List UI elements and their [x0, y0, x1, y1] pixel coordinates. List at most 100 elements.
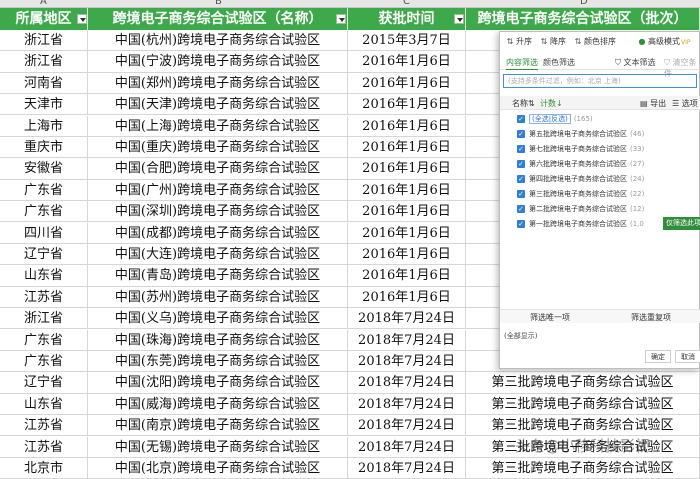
column-letter-d[interactable]: D	[580, 0, 588, 7]
tab-text-filter[interactable]: ⛉ 文本筛选	[615, 57, 656, 68]
cell-name[interactable]: 中国(威海)跨境电子商务综合试验区	[88, 393, 348, 415]
filter-dropdown-icon[interactable]	[454, 14, 464, 24]
cell-date[interactable]: 2018年7月24日	[348, 458, 466, 479]
header-date[interactable]: 获批时间	[348, 8, 466, 30]
cell-date[interactable]: 2016年1月6日	[348, 137, 466, 158]
checkbox-checked-icon[interactable]: ✓	[517, 145, 525, 153]
cell-date[interactable]: 2018年7月24日	[348, 415, 466, 437]
cell-date[interactable]: 2015年3月7日	[348, 30, 466, 51]
cell-date[interactable]: 2016年1月6日	[348, 286, 466, 308]
column-letter-a[interactable]: A	[40, 0, 47, 7]
cell-region[interactable]: 浙江省	[0, 30, 88, 51]
cell-name[interactable]: 中国(沈阳)跨境电子商务综合试验区	[88, 372, 348, 394]
cell-date[interactable]: 2016年1月6日	[348, 179, 466, 201]
filter-list-item[interactable]: ✓ 第三批跨境电子商务综合试验区 (22)	[500, 187, 700, 201]
checkbox-checked-icon[interactable]: ✓	[517, 130, 525, 138]
cell-date[interactable]: 2018年7月24日	[348, 372, 466, 394]
cell-region[interactable]: 广东省	[0, 329, 88, 351]
checkbox-checked-icon[interactable]: ✓	[517, 220, 525, 228]
cell-name[interactable]: 中国(郑州)跨境电子商务综合试验区	[88, 72, 348, 94]
cell-name[interactable]: 中国(北京)跨境电子商务综合试验区	[88, 458, 348, 479]
header-region[interactable]: 所属地区	[0, 8, 88, 30]
export-button[interactable]: ▤ 导出	[640, 98, 666, 109]
cell-region[interactable]: 辽宁省	[0, 372, 88, 394]
cell-date[interactable]: 2018年7月24日	[348, 436, 466, 458]
cell-date[interactable]: 2016年1月6日	[348, 94, 466, 116]
cell-name[interactable]: 中国(深圳)跨境电子商务综合试验区	[88, 201, 348, 223]
cell-date[interactable]: 2016年1月6日	[348, 158, 466, 180]
cell-region[interactable]: 浙江省	[0, 308, 88, 330]
sort-asc-button[interactable]: ⇅ 升序	[506, 36, 532, 48]
cell-region[interactable]: 山东省	[0, 265, 88, 287]
checkbox-checked-icon[interactable]: ✓	[517, 175, 525, 183]
select-all-item[interactable]: ✓ (全选|反选) (165)	[500, 112, 700, 126]
advanced-mode-toggle[interactable]: ● 高级模式VIP	[638, 36, 691, 48]
cell-date[interactable]: 2018年7月24日	[348, 329, 466, 351]
cell-date[interactable]: 2018年7月24日	[348, 308, 466, 330]
checkbox-checked-icon[interactable]: ✓	[517, 160, 525, 168]
cell-name[interactable]: 中国(珠海)跨境电子商务综合试验区	[88, 329, 348, 351]
list-header-name[interactable]: 名称⇅	[512, 98, 535, 109]
cell-name[interactable]: 中国(青岛)跨境电子商务综合试验区	[88, 265, 348, 287]
filter-search-input[interactable]: (支持多条件过滤，例如：北京 上海)	[503, 74, 697, 88]
cell-region[interactable]: 安徽省	[0, 158, 88, 180]
select-all-label[interactable]: (全选|反选)	[529, 114, 571, 124]
cell-region[interactable]: 江苏省	[0, 436, 88, 458]
cell-region[interactable]: 广东省	[0, 201, 88, 223]
cell-batch[interactable]: 第三批跨境电子商务综合试验区	[466, 458, 700, 479]
filter-list-item[interactable]: ✓ 第六批跨境电子商务综合试验区 (27)	[500, 157, 700, 171]
cell-date[interactable]: 2016年1月6日	[348, 72, 466, 94]
cell-name[interactable]: 中国(天津)跨境电子商务综合试验区	[88, 94, 348, 116]
cell-region[interactable]: 上海市	[0, 115, 88, 137]
cancel-button[interactable]: 取消	[675, 350, 700, 363]
cell-name[interactable]: 中国(广州)跨境电子商务综合试验区	[88, 179, 348, 201]
cell-region[interactable]: 重庆市	[0, 137, 88, 158]
header-batch[interactable]: 跨境电子商务综合试验区（批次）	[466, 8, 700, 30]
cell-date[interactable]: 2016年1月6日	[348, 265, 466, 287]
cell-name[interactable]: 中国(成都)跨境电子商务综合试验区	[88, 222, 348, 244]
filter-dropdown-icon[interactable]	[77, 14, 87, 24]
filter-list-item[interactable]: ✓ 第四批跨境电子商务综合试验区 (24)	[500, 172, 700, 186]
cell-name[interactable]: 中国(杭州)跨境电子商务综合试验区	[88, 30, 348, 51]
cell-date[interactable]: 2016年1月6日	[348, 115, 466, 137]
cell-date[interactable]: 2016年1月6日	[348, 51, 466, 73]
column-letter-b[interactable]: B	[215, 0, 222, 7]
checkbox-checked-icon[interactable]: ✓	[517, 115, 525, 123]
cell-region[interactable]: 江苏省	[0, 286, 88, 308]
cell-name[interactable]: 中国(苏州)跨境电子商务综合试验区	[88, 286, 348, 308]
checkbox-checked-icon[interactable]: ✓	[517, 205, 525, 213]
cell-date[interactable]: 2016年1月6日	[348, 244, 466, 265]
cell-region[interactable]: 天津市	[0, 94, 88, 116]
cell-batch[interactable]: 第三批跨境电子商务综合试验区	[466, 393, 700, 415]
filter-list-item[interactable]: ✓ 第七批跨境电子商务综合试验区 (33)	[500, 142, 700, 156]
cell-region[interactable]: 北京市	[0, 458, 88, 479]
filter-list-item[interactable]: ✓ 第一批跨境电子商务综合试验区 (1,0 仅筛选此项	[500, 217, 700, 231]
filter-list-item[interactable]: ✓ 第五批跨境电子商务综合试验区 (46)	[500, 127, 700, 141]
cell-batch[interactable]: 第三批跨境电子商务综合试验区	[466, 372, 700, 394]
cell-date[interactable]: 2018年7月24日	[348, 351, 466, 372]
filter-dropdown-icon[interactable]	[336, 14, 346, 24]
cell-name[interactable]: 中国(重庆)跨境电子商务综合试验区	[88, 137, 348, 158]
cell-date[interactable]: 2016年1月6日	[348, 201, 466, 223]
cell-date[interactable]: 2016年1月6日	[348, 222, 466, 244]
checkbox-checked-icon[interactable]: ✓	[517, 190, 525, 198]
cell-name[interactable]: 中国(无锡)跨境电子商务综合试验区	[88, 436, 348, 458]
cell-region[interactable]: 山东省	[0, 393, 88, 415]
cell-region[interactable]: 四川省	[0, 222, 88, 244]
cell-region[interactable]: 江苏省	[0, 415, 88, 437]
options-button[interactable]: ☰ 选项	[672, 98, 698, 109]
cell-region[interactable]: 广东省	[0, 351, 88, 372]
cell-region[interactable]: 浙江省	[0, 51, 88, 73]
cell-name[interactable]: 中国(东莞)跨境电子商务综合试验区	[88, 351, 348, 372]
ok-button[interactable]: 确定	[645, 350, 671, 363]
cell-name[interactable]: 中国(南京)跨境电子商务综合试验区	[88, 415, 348, 437]
cell-name[interactable]: 中国(合肥)跨境电子商务综合试验区	[88, 158, 348, 180]
cell-name[interactable]: 中国(义乌)跨境电子商务综合试验区	[88, 308, 348, 330]
header-name[interactable]: 跨境电子商务综合试验区（名称）	[88, 8, 348, 30]
column-letter-c[interactable]: C	[403, 0, 410, 7]
cell-region[interactable]: 广东省	[0, 179, 88, 201]
filter-unique-button[interactable]: 筛选唯一项	[500, 312, 600, 323]
cell-region[interactable]: 河南省	[0, 72, 88, 94]
list-header-count[interactable]: 计数↓	[540, 98, 563, 109]
filter-only-this-button[interactable]: 仅筛选此项	[663, 217, 700, 230]
